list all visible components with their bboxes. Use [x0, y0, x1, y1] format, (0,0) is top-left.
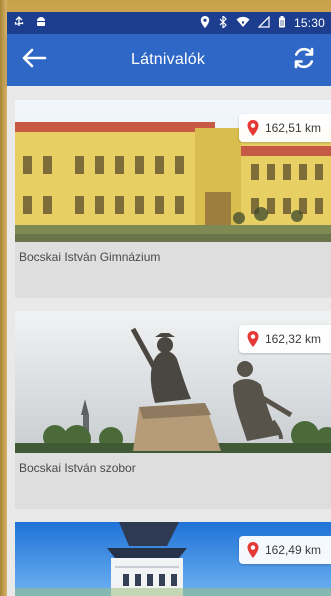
- distance-text: 162,32 km: [264, 332, 321, 346]
- location-pin-icon: [247, 331, 259, 347]
- status-bar: 15:30: [7, 12, 331, 34]
- list-item[interactable]: 162,51 km Bocskai István Gimnázium: [15, 100, 331, 298]
- list-item[interactable]: 162,32 km Bocskai István szobor: [15, 311, 331, 509]
- distance-badge: 162,49 km: [238, 536, 331, 564]
- refresh-button[interactable]: [277, 34, 331, 86]
- gymnasium-image: 162,51 km: [15, 100, 331, 242]
- left-background-strip: [0, 0, 7, 596]
- location-pin-icon: [247, 542, 259, 558]
- distance-text: 162,51 km: [264, 121, 321, 135]
- signal-icon: [257, 15, 270, 31]
- attractions-list[interactable]: 162,51 km Bocskai István Gimnázium 162,3…: [7, 86, 331, 596]
- status-right-icons: 15:30: [200, 14, 325, 31]
- status-time: 15:30: [293, 16, 325, 30]
- statue-image: 162,32 km: [15, 311, 331, 453]
- attraction-title: Bocskai István Gimnázium: [19, 250, 161, 264]
- refresh-icon: [291, 45, 317, 76]
- attraction-title: Bocskai István szobor: [19, 461, 136, 475]
- location-icon: [200, 15, 210, 31]
- battery-icon: [278, 15, 286, 31]
- distance-badge: 162,51 km: [238, 114, 331, 142]
- tower-image: 162,49 km: [15, 522, 331, 596]
- bluetooth-icon: [218, 14, 228, 31]
- usb-icon: [13, 15, 25, 31]
- back-arrow-icon: [21, 47, 47, 74]
- status-left-icons: [13, 15, 47, 31]
- android-icon: [35, 16, 47, 31]
- list-item[interactable]: 162,49 km: [15, 522, 331, 596]
- back-button[interactable]: [7, 34, 61, 86]
- distance-text: 162,49 km: [264, 543, 321, 557]
- wifi-icon: [236, 16, 250, 31]
- page-title: Látnivalók: [130, 51, 206, 68]
- app-bar: Látnivalók: [7, 34, 331, 86]
- distance-badge: 162,32 km: [238, 325, 331, 353]
- location-pin-icon: [247, 120, 259, 136]
